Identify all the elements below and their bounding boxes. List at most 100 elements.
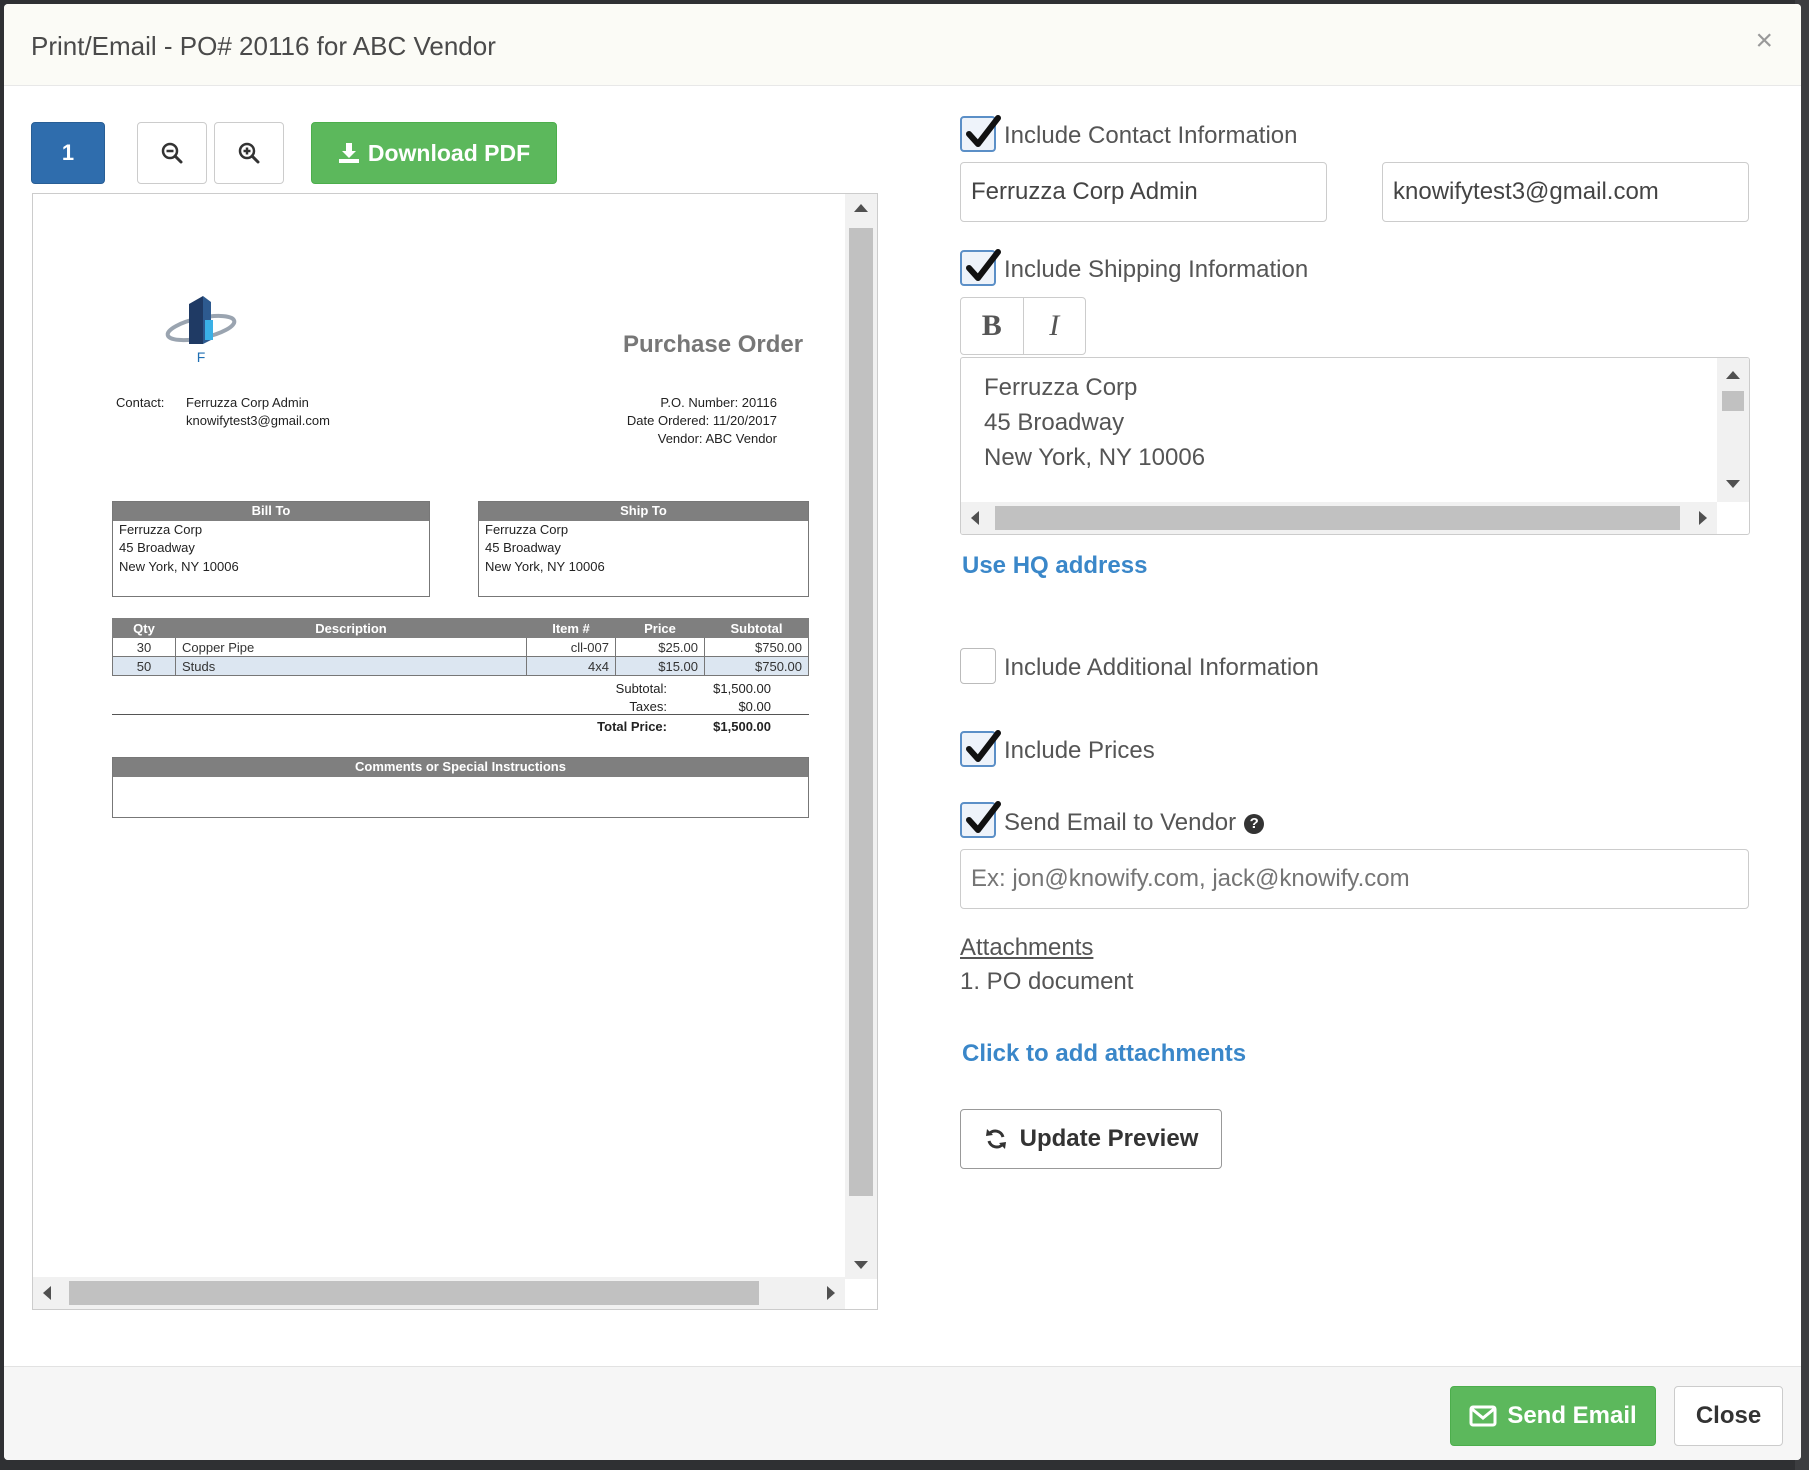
italic-button[interactable]: I xyxy=(1022,298,1086,354)
scroll-thumb[interactable] xyxy=(1722,391,1744,411)
shipping-address-editor[interactable]: Ferruzza Corp 45 Broadway New York, NY 1… xyxy=(960,357,1750,535)
zoom-in-icon xyxy=(238,142,260,164)
include-prices-label: Include Prices xyxy=(1004,737,1155,764)
rich-text-toolbar: B I xyxy=(960,297,1086,355)
zoom-out-button[interactable] xyxy=(137,122,207,184)
send-email-label: Send Email xyxy=(1507,1402,1637,1429)
total-price-value: $1,500.00 xyxy=(713,719,771,734)
shipping-address-line2: 45 Broadway xyxy=(984,409,1125,436)
shipping-address-text[interactable]: Ferruzza Corp 45 Broadway New York, NY 1… xyxy=(984,370,1205,475)
send-to-vendor-checkbox[interactable] xyxy=(960,801,1001,838)
col-qty: Qty xyxy=(112,618,176,638)
attachment-item: 1. PO document xyxy=(960,968,1134,995)
bold-button[interactable]: B xyxy=(961,298,1023,354)
question-circle-icon[interactable]: ? xyxy=(1244,814,1265,834)
ship-to-line2: 45 Broadway xyxy=(485,540,561,555)
scroll-down-arrow-icon[interactable] xyxy=(1726,480,1740,488)
contact-label: Contact: xyxy=(116,395,165,410)
cell-price: $15.00 xyxy=(615,656,705,676)
scroll-left-arrow-icon[interactable] xyxy=(971,511,979,525)
contact-name: Ferruzza Corp Admin xyxy=(186,395,309,410)
logo-letter: F xyxy=(197,349,206,365)
preview-horizontal-scrollbar[interactable] xyxy=(33,1277,845,1309)
col-subtotal: Subtotal xyxy=(704,618,809,638)
editor-vertical-scrollbar[interactable] xyxy=(1717,358,1749,502)
include-prices-checkbox[interactable] xyxy=(960,730,1001,767)
include-additional-checkbox[interactable] xyxy=(960,648,996,684)
include-additional-label: Include Additional Information xyxy=(1004,654,1319,681)
scroll-left-arrow-icon[interactable] xyxy=(43,1286,51,1300)
include-contact-checkbox[interactable] xyxy=(960,115,1001,152)
vendor-name: Vendor: ABC Vendor xyxy=(657,431,777,446)
close-icon[interactable]: × xyxy=(1755,26,1773,56)
page-number-button[interactable]: 1 xyxy=(31,122,105,184)
company-logo: F xyxy=(165,296,237,365)
purchase-order-document: F Purchase Order Contact: Ferruzza Corp … xyxy=(33,194,845,1279)
close-button[interactable]: Close xyxy=(1674,1386,1783,1446)
col-description: Description xyxy=(175,618,527,638)
send-email-button[interactable]: Send Email xyxy=(1450,1386,1656,1446)
envelope-icon xyxy=(1469,1405,1497,1427)
use-hq-address-link[interactable]: Use HQ address xyxy=(962,552,1147,580)
cell-item-number: 4x4 xyxy=(526,656,616,676)
document-title: Purchase Order xyxy=(623,331,804,358)
attachments-title: Attachments xyxy=(960,934,1094,961)
cell-subtotal: $750.00 xyxy=(704,637,809,657)
modal-header: Print/Email - PO# 20116 for ABC Vendor × xyxy=(4,4,1801,86)
bill-to-line3: New York, NY 10006 xyxy=(119,559,239,574)
download-pdf-button[interactable]: Download PDF xyxy=(311,122,557,184)
contact-email: knowifytest3@gmail.com xyxy=(186,413,330,428)
scroll-thumb[interactable] xyxy=(69,1281,759,1305)
col-item-number: Item # xyxy=(526,618,616,638)
send-to-vendor-label: Send Email to Vendor xyxy=(1004,809,1237,836)
cell-price: $25.00 xyxy=(615,637,705,657)
scroll-thumb[interactable] xyxy=(849,228,873,1196)
checkmark-icon xyxy=(966,249,1001,281)
add-attachments-link[interactable]: Click to add attachments xyxy=(962,1040,1246,1068)
cell-qty: 30 xyxy=(112,637,176,657)
shipping-address-line1: Ferruzza Corp xyxy=(984,374,1138,401)
cell-qty: 50 xyxy=(112,656,176,676)
update-preview-button[interactable]: Update Preview xyxy=(960,1109,1222,1169)
editor-horizontal-scrollbar[interactable] xyxy=(961,502,1717,534)
zoom-in-button[interactable] xyxy=(214,122,284,184)
scroll-right-arrow-icon[interactable] xyxy=(827,1286,835,1300)
checkmark-icon xyxy=(966,115,1001,147)
contact-email-input[interactable]: knowifytest3@gmail.com xyxy=(1382,162,1749,222)
line-items-table: Qty Description Item # Price Subtotal 30… xyxy=(112,618,809,676)
scroll-up-arrow-icon[interactable] xyxy=(1726,371,1740,379)
cell-subtotal: $750.00 xyxy=(704,656,809,676)
modal-title: Print/Email - PO# 20116 for ABC Vendor xyxy=(31,31,496,61)
include-shipping-checkbox[interactable] xyxy=(960,249,1001,286)
scroll-up-arrow-icon[interactable] xyxy=(854,204,868,212)
preview-vertical-scrollbar[interactable] xyxy=(845,194,877,1279)
shipping-address-line3: New York, NY 10006 xyxy=(984,444,1206,471)
total-price-label: Total Price: xyxy=(597,719,667,734)
cell-description: Copper Pipe xyxy=(175,637,527,657)
zoom-out-icon xyxy=(161,142,183,164)
table-row: 30 Copper Pipe cll-007 $25.00 $750.00 xyxy=(112,637,809,657)
pdf-preview[interactable]: F Purchase Order Contact: Ferruzza Corp … xyxy=(32,193,878,1310)
update-preview-label: Update Preview xyxy=(1019,1125,1199,1152)
download-icon xyxy=(338,143,359,163)
scroll-right-arrow-icon[interactable] xyxy=(1699,511,1707,525)
comments-box xyxy=(112,757,809,818)
bill-to-line2: 45 Broadway xyxy=(119,540,195,555)
contact-name-input[interactable]: Ferruzza Corp Admin xyxy=(960,162,1327,222)
subtotal-label: Subtotal: xyxy=(615,681,667,696)
cell-item-number: cll-007 xyxy=(526,637,616,657)
cell-description: Studs xyxy=(175,656,527,676)
scroll-thumb[interactable] xyxy=(995,506,1680,530)
table-row: 50 Studs 4x4 $15.00 $750.00 xyxy=(112,656,809,676)
download-pdf-label: Download PDF xyxy=(367,139,531,166)
refresh-icon xyxy=(985,1129,1006,1149)
ship-to-line1: Ferruzza Corp xyxy=(485,522,569,537)
include-contact-label: Include Contact Information xyxy=(1004,122,1298,149)
scroll-down-arrow-icon[interactable] xyxy=(854,1261,868,1269)
checkmark-icon xyxy=(966,801,1001,833)
bill-to-line1: Ferruzza Corp xyxy=(119,522,203,537)
vendor-recipients-input[interactable] xyxy=(960,849,1749,909)
ship-to-line3: New York, NY 10006 xyxy=(485,559,605,574)
subtotal-value: $1,500.00 xyxy=(713,681,771,696)
checkmark-icon xyxy=(966,730,1001,762)
